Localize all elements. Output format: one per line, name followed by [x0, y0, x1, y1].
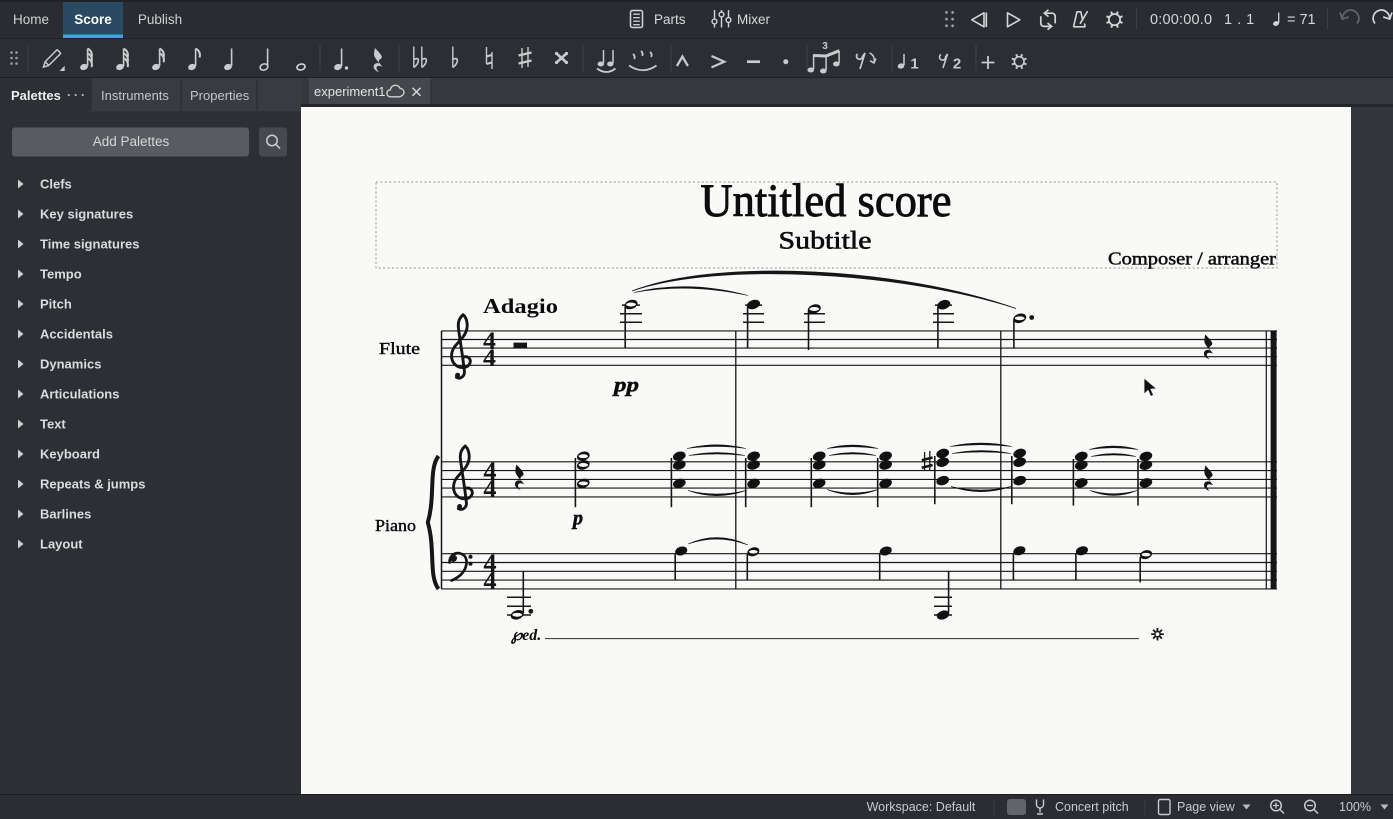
svg-text:Flute: Flute — [379, 339, 420, 358]
svg-text:Keyboard: Keyboard — [40, 447, 100, 462]
svg-text:Time signatures: Time signatures — [40, 237, 139, 252]
svg-text:Clefs: Clefs — [40, 177, 72, 192]
svg-text:p: p — [571, 508, 583, 530]
svg-text:0:00:00.0: 0:00:00.0 — [1150, 12, 1212, 28]
svg-text:100%: 100% — [1339, 800, 1371, 814]
svg-text:Score: Score — [74, 12, 112, 27]
svg-text:Concert pitch: Concert pitch — [1055, 800, 1129, 814]
svg-text:Untitled score: Untitled score — [701, 175, 952, 227]
svg-text:4: 4 — [483, 566, 496, 596]
svg-text:Accidentals: Accidentals — [40, 327, 113, 342]
svg-text:Palettes: Palettes — [11, 88, 61, 103]
svg-text:Adagio: Adagio — [483, 294, 558, 318]
svg-text:Composer / arranger: Composer / arranger — [1108, 249, 1276, 269]
svg-text:Subtitle: Subtitle — [779, 228, 872, 255]
svg-text:Repeats & jumps: Repeats & jumps — [40, 477, 145, 492]
svg-text:Pitch: Pitch — [40, 297, 72, 312]
svg-text:Text: Text — [40, 417, 66, 432]
svg-text:Instruments: Instruments — [101, 88, 169, 103]
svg-text:Page view: Page view — [1177, 800, 1236, 814]
svg-text:Workspace: Default: Workspace: Default — [867, 800, 976, 814]
svg-text:Add Palettes: Add Palettes — [93, 134, 170, 149]
svg-text:Mixer: Mixer — [737, 12, 771, 27]
svg-text:Layout: Layout — [40, 537, 83, 552]
svg-text:1: 1 — [910, 56, 918, 73]
svg-text:℘ed.: ℘ed. — [510, 627, 541, 644]
svg-text:3: 3 — [822, 41, 828, 52]
svg-text:experiment1: experiment1 — [314, 84, 386, 99]
svg-text:pp: pp — [612, 373, 639, 397]
svg-text:2: 2 — [953, 56, 961, 73]
svg-text:4: 4 — [483, 475, 496, 504]
svg-text:1 . 1: 1 . 1 — [1224, 12, 1255, 28]
svg-text:· · ·: · · · — [67, 88, 85, 103]
svg-text:Tempo: Tempo — [40, 267, 82, 282]
svg-text:4: 4 — [483, 343, 496, 372]
svg-text:Articulations: Articulations — [40, 387, 119, 402]
svg-text:Home: Home — [13, 12, 49, 27]
svg-text:Piano: Piano — [375, 516, 416, 535]
svg-text:Parts: Parts — [654, 12, 686, 27]
svg-text:Properties: Properties — [190, 88, 250, 103]
svg-text:Key signatures: Key signatures — [40, 207, 133, 222]
svg-text:Publish: Publish — [138, 12, 182, 27]
svg-text:Barlines: Barlines — [40, 507, 91, 522]
svg-text:= 71: = 71 — [1287, 12, 1316, 28]
svg-text:Dynamics: Dynamics — [40, 357, 101, 372]
